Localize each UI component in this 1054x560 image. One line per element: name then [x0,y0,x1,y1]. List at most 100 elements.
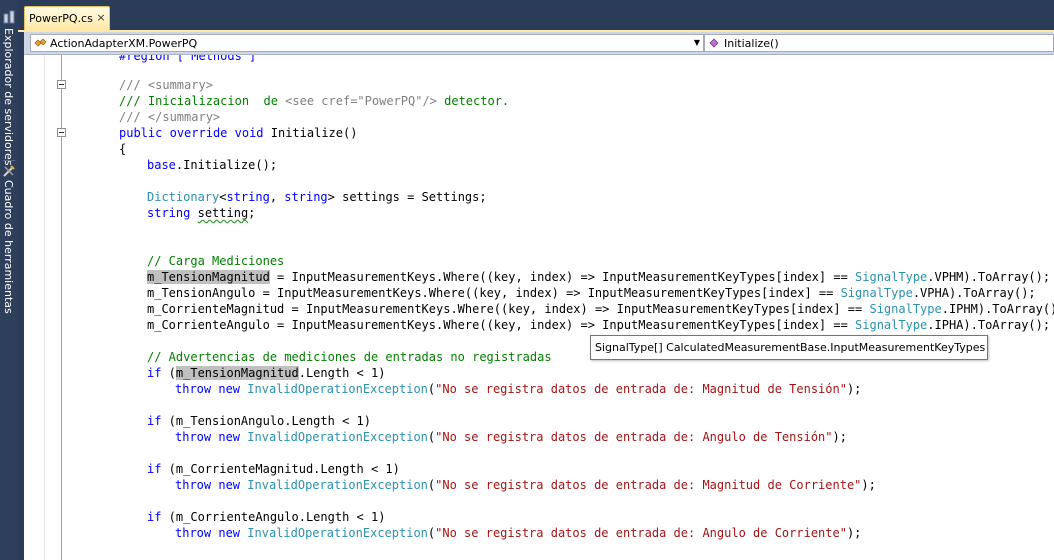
chevron-down-icon[interactable]: ▼ [691,35,703,51]
highlighted-reference: m_TensionMagnitud [175,366,299,380]
code-line: throw new InvalidOperationException("No … [175,429,847,445]
string-literal: "No se registra datos de entrada de: Mag… [435,478,862,492]
keyword: if [147,462,162,476]
tab-label: PowerPQ.cs [29,12,93,25]
type-name: SignalType [840,286,913,300]
member-dropdown[interactable]: Initialize() [704,34,1054,52]
dock-server-explorer[interactable]: Explorador de servidores [0,8,18,166]
xml-doc: /// </summary> [119,110,221,124]
code-text: (m_CorrienteAngulo.Length < 1) [161,510,386,524]
code-text: = InputMeasurementKeys.Where((key, index… [284,302,870,316]
code-line: base.Initialize(); [147,157,277,173]
xml-doc-tag: <see cref="PowerPQ"/> [285,94,437,108]
keyword: string [284,190,328,204]
keyword: string [226,190,270,204]
code-text: m_CorrienteMagnitud [147,302,285,316]
server-explorer-icon [3,10,15,24]
code-line: // Carga Mediciones [147,253,284,269]
tab-powerpq-cs[interactable]: PowerPQ.cs × [24,6,110,30]
highlighted-reference: m_TensionMagnitud [147,270,270,284]
keyword: throw [175,430,212,444]
comment: // Advertencias de mediciones de entrada… [147,350,552,364]
class-dropdown-value: ActionAdapterXM.PowerPQ [50,37,198,50]
keyword: new [218,526,241,540]
code-line: m_TensionAngulo = InputMeasurementKeys.W… [147,285,1036,301]
type-name: Dictionary [147,190,220,204]
code-line: throw new InvalidOperationException("No … [175,381,861,397]
tooltip-text: SignalType[] CalculatedMeasurementBase.I… [595,341,986,354]
brace: { [119,142,127,156]
code-line: Dictionary<string, string> settings = Se… [147,189,487,205]
keyword: if [147,510,162,524]
left-dock-strip: Explorador de servidores Cuadro de herra… [0,0,18,560]
code-text: (m_TensionAngulo.Length < 1) [161,414,371,428]
code-text: = InputMeasurementKeys.Where((key, index… [269,270,856,284]
code-line: /// <summary> [119,77,213,93]
type-name: SignalType [855,270,928,284]
keyword: new [218,430,241,444]
class-dropdown[interactable]: ActionAdapterXM.PowerPQ ▼ [30,34,704,52]
dock-separator [3,160,15,161]
code-text: .VPHA).ToArray(); [912,286,1036,300]
close-icon[interactable]: × [95,12,107,24]
method-name: Initialize() [263,126,358,140]
quickinfo-tooltip: SignalType[] CalculatedMeasurementBase.I… [590,335,988,360]
code-line: string setting; [147,205,255,221]
keyword: throw [175,478,212,492]
keyword: if [147,414,162,428]
code-text: ); [832,430,847,444]
keyword: new [218,478,241,492]
code-text: .Length < 1) [298,366,386,380]
xml-doc: /// Inicializacion de [119,94,286,108]
code-text: .Initialize(); [175,158,278,172]
code-text: = InputMeasurementKeys.Where((key, index… [269,318,856,332]
code-line: // Advertencias de mediciones de entrada… [147,349,552,365]
keyword: throw [175,382,212,396]
code-line: if (m_CorrienteAngulo.Length < 1) [147,509,385,525]
keyword: public [119,126,163,140]
code-content: #region [ Methods ] /// <summary> /// In… [24,55,1054,560]
code-editor[interactable]: #region [ Methods ] /// <summary> /// In… [24,55,1054,560]
code-text: ; [248,206,256,220]
keyword: throw [175,526,212,540]
code-line: throw new InvalidOperationException("No … [175,477,876,493]
xml-doc: detector. [436,94,510,108]
type-name: SignalType [869,302,942,316]
string-literal: "No se registra datos de entrada de: Mag… [435,382,847,396]
code-text: m_TensionAngulo [147,286,256,300]
type-name: InvalidOperationException [247,382,428,396]
code-line: throw new InvalidOperationException("No … [175,525,861,541]
string-literal: "No se registra datos de entrada de: Ang… [435,526,847,540]
type-name: InvalidOperationException [247,526,428,540]
code-line: m_TensionMagnitud = InputMeasurementKeys… [147,269,1050,285]
code-text: m_CorrienteAngulo [147,318,270,332]
code-text: ); [846,526,862,540]
class-icon [34,38,47,47]
code-line: if (m_TensionMagnitud.Length < 1) [147,365,385,381]
dock-toolbox[interactable]: Cuadro de herramientas [0,162,18,314]
region-directive: #region [ Methods ] [119,55,257,63]
code-line: m_CorrienteMagnitud = InputMeasurementKe… [147,301,1054,317]
code-line: /// </summary> [119,109,220,125]
keyword: string [147,206,191,220]
code-line: m_CorrienteAngulo = InputMeasurementKeys… [147,317,1050,333]
code-text: ( [161,366,176,380]
code-text: = InputMeasurementKeys.Where((key, index… [255,286,841,300]
toolbox-icon [3,165,15,177]
dock-label-toolbox: Cuadro de herramientas [2,180,15,314]
member-dropdown-value: Initialize() [724,37,779,50]
code-text: , [269,190,285,204]
type-name: InvalidOperationException [247,478,428,492]
code-line: if (m_TensionAngulo.Length < 1) [147,413,371,429]
dock-label-server-explorer: Explorador de servidores [2,28,15,166]
type-name: InvalidOperationException [247,430,428,444]
keyword: new [218,382,241,396]
keyword: if [147,366,162,380]
code-text: (m_CorrienteMagnitud.Length < 1) [161,462,400,476]
comment: // Carga Mediciones [147,254,285,268]
navigation-bar: ActionAdapterXM.PowerPQ ▼ Initialize() [24,32,1054,55]
code-line: /// Inicializacion de <see cref="PowerPQ… [119,93,509,109]
keyword: void [234,126,264,140]
code-line: { [119,141,126,157]
code-text: > settings = Settings; [327,190,487,204]
